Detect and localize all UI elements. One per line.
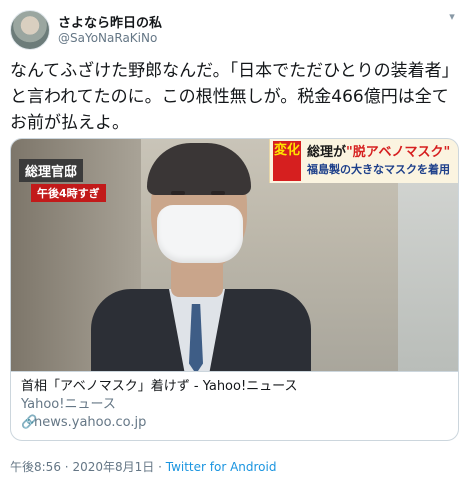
meta-separator: · — [158, 460, 162, 474]
card-description: Yahoo!ニュース — [21, 397, 116, 412]
eye-shape — [171, 191, 185, 195]
link-icon: 🔗 — [21, 415, 38, 430]
change-badge: 変化 — [273, 141, 301, 181]
meta-separator: · — [64, 460, 69, 474]
chevron-down-icon[interactable]: ▾ — [445, 10, 459, 24]
card-info[interactable]: 首相「アベノマスク」着けず - Yahoo!ニュース Yahoo!ニュース 🔗n… — [11, 371, 458, 440]
link-card[interactable]: 総理官邸 午後4時すぎ 変化 総理が"脱アベノマスク" 福島製の大きなマスクを着… — [10, 138, 459, 441]
card-image: 総理官邸 午後4時すぎ 変化 総理が"脱アベノマスク" 福島製の大きなマスクを着… — [11, 139, 458, 371]
location-caption: 総理官邸 午後4時すぎ — [19, 159, 106, 202]
tweet-time[interactable]: 午後8:56 — [10, 460, 61, 474]
tweet-text: なんてふざけた野郎なんだ。「日本でただひとりの装着者」と言われてたのに。この根性… — [10, 61, 459, 133]
headline-line-2: 福島製の大きなマスクを着用 — [307, 163, 450, 176]
card-title[interactable]: 首相「アベノマスク」着けず - Yahoo!ニュース — [21, 378, 448, 396]
headline-prefix: 総理が — [307, 145, 347, 160]
face-mask-shape — [157, 205, 243, 263]
tweet-source[interactable]: Twitter for Android — [166, 460, 277, 474]
avatar[interactable] — [10, 10, 50, 50]
eye-shape — [211, 191, 225, 195]
card-domain[interactable]: 🔗news.yahoo.co.jp — [21, 414, 448, 432]
time-label: 午後4時すぎ — [31, 184, 106, 202]
tweet-date[interactable]: 2020年8月1日 — [72, 460, 154, 474]
headline-highlight: "脱アベノマスク" — [346, 145, 451, 160]
card-domain-text: news.yahoo.co.jp — [34, 415, 147, 430]
headline-line-1: 総理が"脱アベノマスク" — [307, 141, 450, 160]
display-name[interactable]: さよなら昨日の私 — [58, 12, 162, 31]
location-label: 総理官邸 — [19, 159, 84, 182]
tweet-meta: 午後8:56 · 2020年8月1日 · Twitter for Android — [10, 458, 276, 475]
hair-shape — [147, 143, 251, 195]
tweet-header: さよなら昨日の私 @SaYoNaRaKiNo ▾ — [10, 10, 459, 50]
user-handle[interactable]: @SaYoNaRaKiNo — [58, 31, 157, 45]
